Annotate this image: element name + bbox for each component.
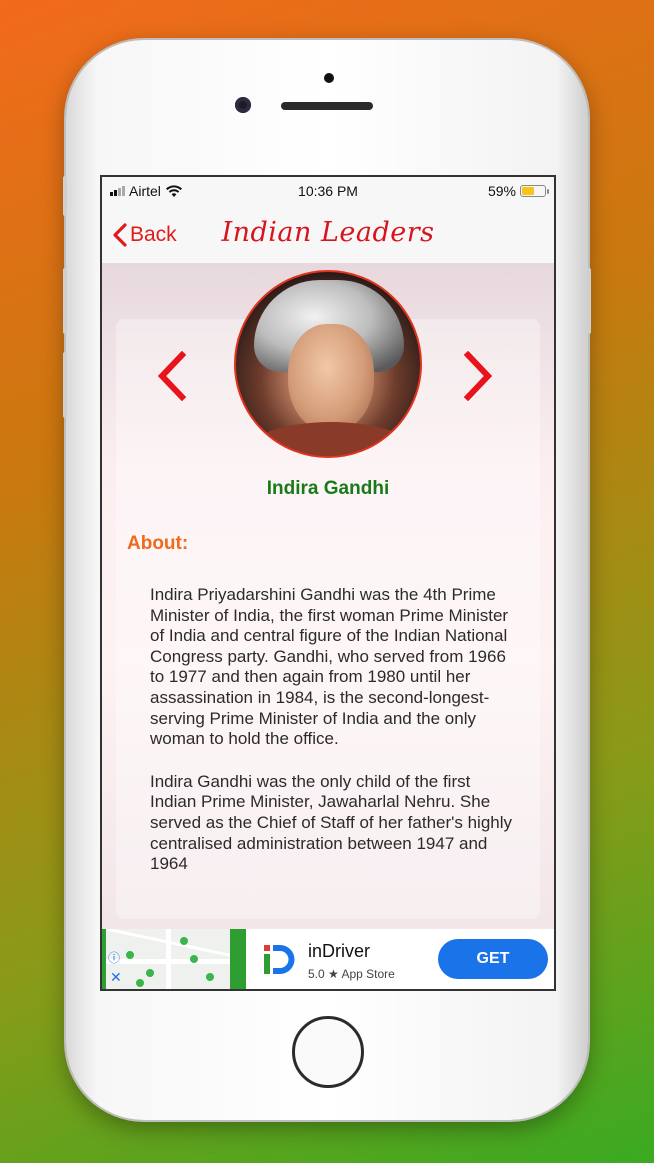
leader-name: Indira Gandhi (266, 478, 390, 499)
ad-map-image: ⓘ ✕ (102, 929, 230, 989)
about-text: Indira Priyadarshini Gandhi was the 4th … (150, 585, 520, 897)
about-paragraph: Indira Gandhi was the only child of the … (150, 771, 513, 874)
clock: 10:36 PM (298, 183, 358, 199)
next-leader-button[interactable] (462, 350, 496, 406)
power-button (587, 268, 591, 334)
leader-content[interactable]: Indira Gandhi About: Indira Priyadarshin… (102, 263, 554, 929)
front-camera (235, 97, 251, 113)
about-paragraph: Indira Priyadarshini Gandhi was the 4th … (150, 585, 509, 749)
volume-up-button (63, 268, 67, 334)
ad-get-button[interactable]: GET (438, 939, 548, 979)
mute-switch (63, 176, 67, 216)
portrait-saree (246, 422, 416, 456)
about-heading: About: (127, 533, 189, 554)
battery-icon (520, 185, 549, 197)
ad-close-icon[interactable]: ✕ (110, 969, 122, 986)
portrait-face (288, 324, 374, 432)
page-title: Indian Leaders (221, 217, 435, 248)
prev-arrow-icon (157, 350, 187, 402)
leader-portrait (234, 270, 422, 458)
ad-banner[interactable]: ⓘ ✕ inDriver 5.0 ★ App Store GET (102, 929, 554, 989)
home-button[interactable] (292, 1016, 364, 1088)
earpiece-speaker (281, 102, 373, 110)
status-bar: Airtel 10:36 PM 59% (102, 177, 554, 207)
ad-rating: 5.0 ★ App Store (308, 967, 395, 981)
status-right: 59% (487, 183, 549, 199)
ad-brand-stripe (230, 929, 246, 989)
navigation-bar: Back Indian Leaders (102, 207, 554, 263)
app-screen: Airtel 10:36 PM 59% Back Indian Leaders (100, 175, 556, 991)
ad-app-name: inDriver (308, 941, 371, 961)
previous-leader-button[interactable] (154, 350, 188, 406)
proximity-sensor (324, 73, 334, 83)
next-arrow-icon (463, 350, 493, 402)
ad-info-icon[interactable]: ⓘ (108, 949, 120, 966)
indriver-logo-icon (252, 935, 300, 983)
battery-percent: 59% (487, 183, 516, 199)
volume-down-button (63, 352, 67, 418)
